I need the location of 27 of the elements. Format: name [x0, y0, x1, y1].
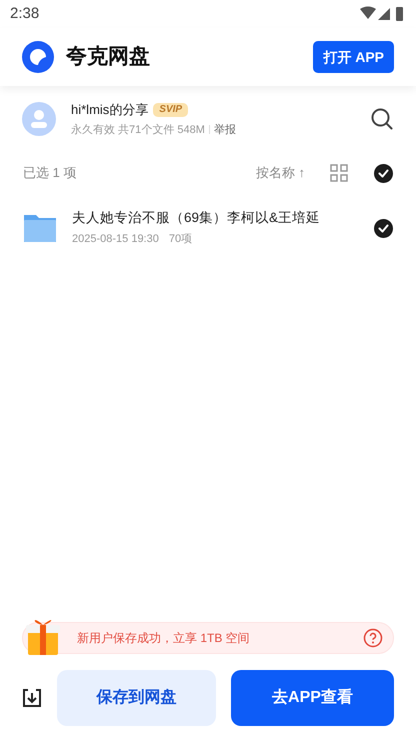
status-icons: [360, 6, 406, 22]
check-icon: [378, 224, 389, 232]
grid-view-icon[interactable]: [330, 164, 348, 182]
download-icon[interactable]: [22, 688, 42, 708]
sort-button[interactable]: 按名称 ↑: [256, 163, 305, 183]
file-name[interactable]: 夫人她专治不服（69集）李柯以&王培延: [72, 208, 374, 228]
file-date: 2025-08-15 19:30: [72, 232, 159, 248]
checkbox[interactable]: [374, 218, 393, 238]
report-link[interactable]: 举报: [214, 122, 236, 138]
status-time: 2:38: [10, 4, 40, 24]
share-owner: hi*lmis的分享: [71, 101, 148, 119]
logo-icon: [22, 41, 54, 73]
open-app-button[interactable]: 打开 APP: [313, 41, 394, 73]
checkbox[interactable]: [374, 164, 393, 182]
save-button[interactable]: 保存到网盘: [57, 670, 216, 726]
view-in-app-button[interactable]: 去APP查看: [231, 670, 394, 726]
share-meta: 永久有效 共71个文件 548M: [71, 122, 205, 138]
file-count: 70项: [168, 232, 192, 248]
search-icon[interactable]: [370, 107, 394, 131]
folder-icon: [23, 213, 57, 243]
promo-text: 新用户保存成功，立享 1TB 空间: [77, 630, 251, 647]
check-icon: [378, 168, 389, 178]
app-title: 夸克网盘: [66, 44, 150, 70]
help-icon[interactable]: [363, 628, 383, 648]
avatar-icon: [22, 102, 56, 136]
svip-badge: SVIP: [153, 102, 188, 117]
selected-count: 已选 1 项: [23, 164, 78, 182]
